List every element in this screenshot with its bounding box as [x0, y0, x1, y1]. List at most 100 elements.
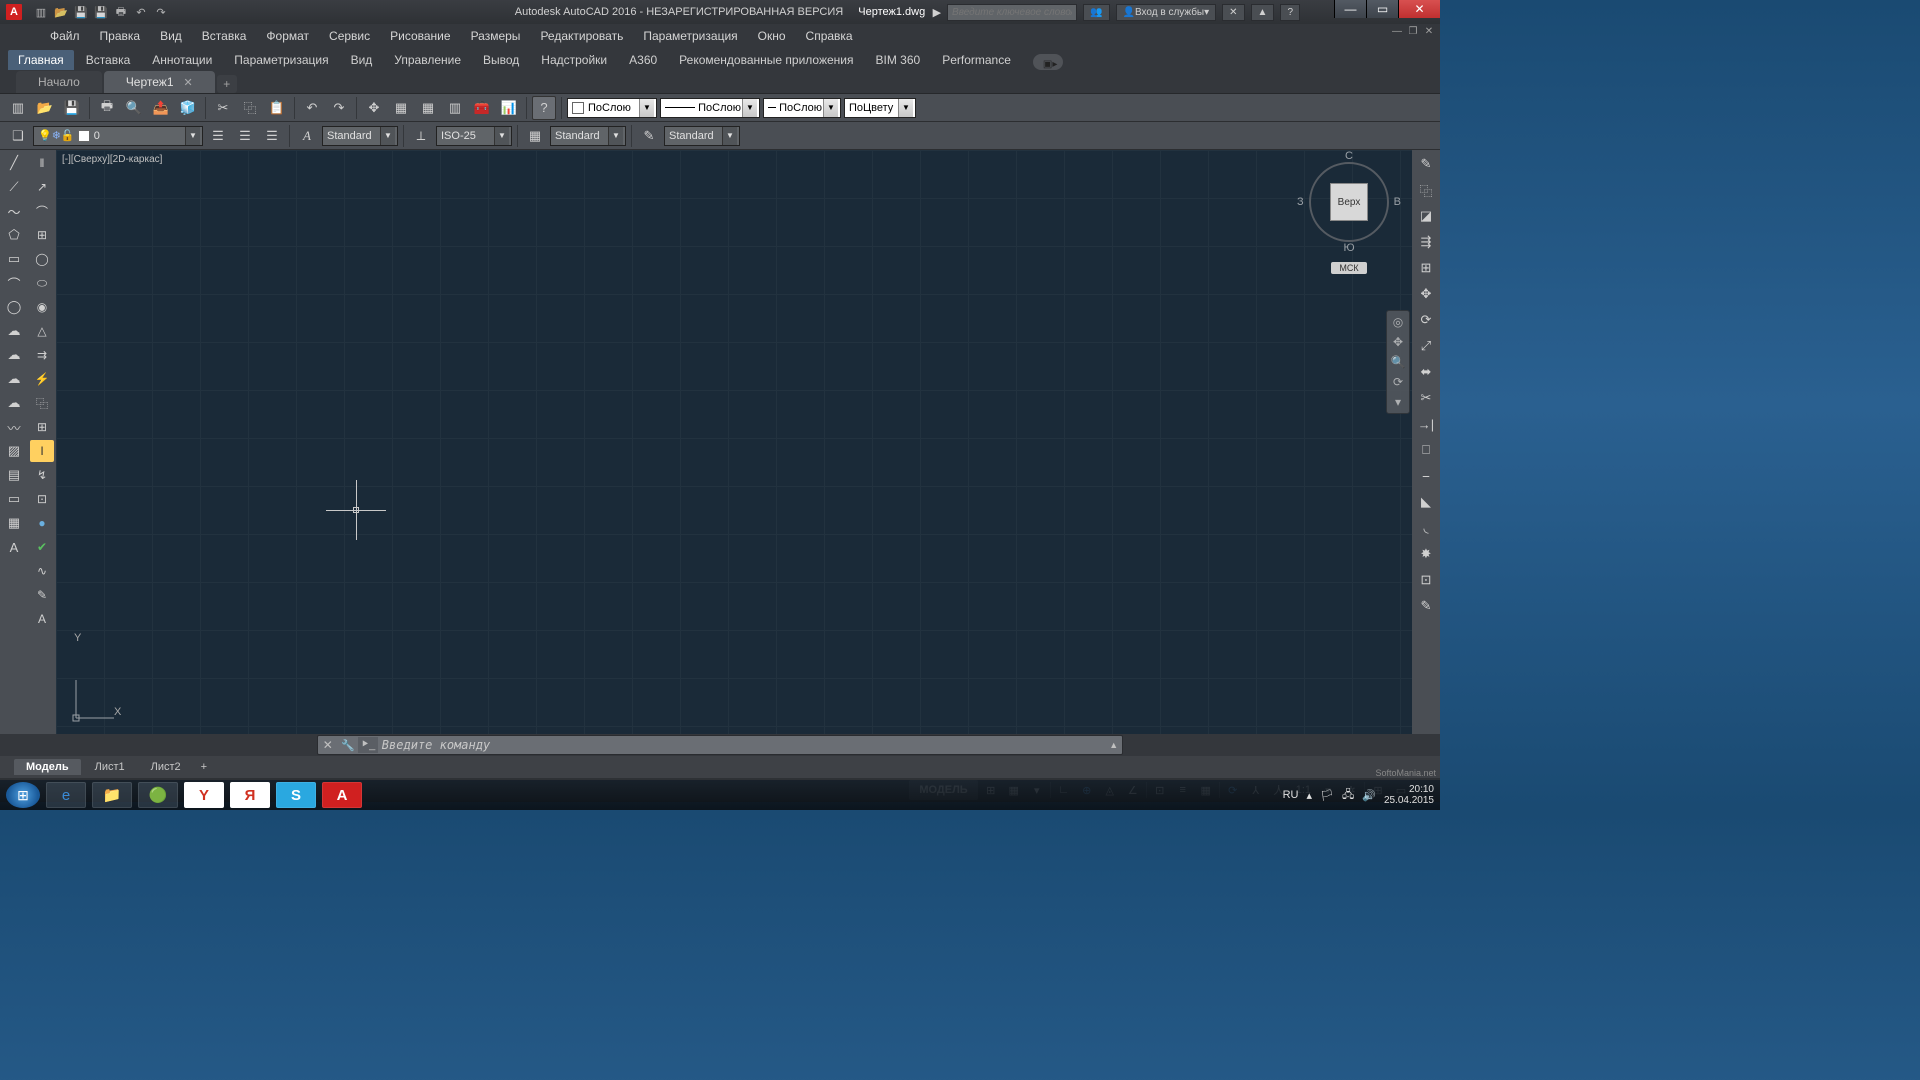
- tab-bim360[interactable]: BIM 360: [866, 50, 931, 70]
- dimstyle-combo[interactable]: ISO-25: [436, 126, 512, 146]
- qat-open-icon[interactable]: 📂: [52, 4, 70, 20]
- insert-icon[interactable]: ⊞: [30, 416, 54, 438]
- tray-net-icon[interactable]: 🖧: [1342, 786, 1354, 805]
- qat-saveas-icon[interactable]: 💾: [92, 4, 110, 20]
- mirror-icon[interactable]: ◪: [1414, 204, 1438, 228]
- doc-restore-icon[interactable]: ❐: [1406, 26, 1420, 38]
- taskbtn-ya[interactable]: Я: [230, 782, 270, 808]
- check-icon[interactable]: ✔: [30, 536, 54, 558]
- table2-icon[interactable]: ▦: [2, 512, 26, 534]
- doc-close-icon[interactable]: ✕: [1422, 26, 1436, 38]
- gradient-icon[interactable]: ▤: [2, 464, 26, 486]
- tray-clock[interactable]: 20:10 25.04.2015: [1384, 784, 1434, 806]
- offset-icon[interactable]: ⇉: [30, 344, 54, 366]
- pedit-icon[interactable]: ↯: [30, 464, 54, 486]
- scale-icon[interactable]: ⤢: [1414, 334, 1438, 358]
- cmd-history-icon[interactable]: ▲: [1109, 740, 1118, 750]
- tab-manage[interactable]: Управление: [384, 50, 471, 70]
- wave-icon[interactable]: ∿: [30, 560, 54, 582]
- taskbtn-ie[interactable]: e: [46, 782, 86, 808]
- layer-iso-icon[interactable]: ☰: [260, 124, 284, 148]
- taskbtn-autocad[interactable]: A: [322, 782, 362, 808]
- ws1-icon[interactable]: ▦: [389, 96, 413, 120]
- layer-prev-icon[interactable]: ☰: [233, 124, 257, 148]
- exchange-icon[interactable]: ✕: [1222, 4, 1244, 21]
- layer-state-icon[interactable]: ☰: [206, 124, 230, 148]
- drawing-canvas[interactable]: [-][Сверху][2D-каркас] Y X С Ю З В Верх …: [56, 150, 1412, 734]
- menu-file[interactable]: Файл: [40, 24, 90, 48]
- tab-view[interactable]: Вид: [341, 50, 383, 70]
- dim-icon[interactable]: ⟂: [409, 124, 433, 148]
- xline-icon[interactable]: ⟋: [2, 176, 26, 198]
- region-icon[interactable]: ▭: [2, 488, 26, 510]
- layer-combo[interactable]: 💡❄🔓 0: [33, 126, 203, 146]
- maximize-button[interactable]: ▭: [1366, 0, 1398, 18]
- mleader-icon[interactable]: ✎: [637, 124, 661, 148]
- menu-view[interactable]: Вид: [150, 24, 192, 48]
- menu-parametric[interactable]: Параметризация: [633, 24, 747, 48]
- extend-icon[interactable]: →|: [1414, 412, 1438, 436]
- plot-icon[interactable]: 🖶: [95, 96, 119, 120]
- filetab-start[interactable]: Начало: [16, 71, 102, 93]
- command-line[interactable]: ✕ 🔧 ⯈_ Введите команду ▲: [317, 735, 1123, 755]
- table-icon[interactable]: ▦: [523, 124, 547, 148]
- open-icon[interactable]: 📂: [33, 96, 57, 120]
- nav-pan-icon[interactable]: ✥: [1393, 335, 1403, 349]
- tab-performance[interactable]: Performance: [932, 50, 1021, 70]
- menu-dimension[interactable]: Размеры: [461, 24, 531, 48]
- viewcube-top[interactable]: Верх: [1330, 183, 1368, 221]
- filetab-add-button[interactable]: +: [217, 75, 237, 93]
- search-input[interactable]: [947, 4, 1077, 21]
- edit-icon[interactable]: ✎: [1414, 594, 1438, 618]
- erase-icon[interactable]: ✎: [1414, 152, 1438, 176]
- tab-insert[interactable]: Вставка: [76, 50, 141, 70]
- cmd-options-icon[interactable]: 🔧: [338, 739, 358, 752]
- new-icon[interactable]: ▥: [6, 96, 30, 120]
- menu-draw[interactable]: Рисование: [380, 24, 460, 48]
- nav-zoom-icon[interactable]: 🔍: [1391, 355, 1406, 369]
- linetype-combo[interactable]: ПоСлою: [660, 98, 760, 118]
- calc-icon[interactable]: 📊: [497, 96, 521, 120]
- tray-up-icon[interactable]: ▴: [1306, 789, 1312, 802]
- filetab-close-icon[interactable]: ✕: [184, 76, 193, 89]
- polygon-icon[interactable]: ⬠: [2, 224, 26, 246]
- trim-icon[interactable]: ✂: [1414, 386, 1438, 410]
- qat-print-icon[interactable]: 🖶: [112, 4, 130, 20]
- array-icon[interactable]: ⊞: [1414, 256, 1438, 280]
- mtext-icon[interactable]: A: [2, 536, 26, 558]
- ucs-icon[interactable]: Y X: [70, 674, 120, 724]
- tray-flag-icon[interactable]: 🏳: [1320, 789, 1334, 802]
- ellipse-icon[interactable]: ◯: [30, 248, 54, 270]
- menu-help[interactable]: Справка: [796, 24, 863, 48]
- rotate-icon[interactable]: ⟳: [1414, 308, 1438, 332]
- stretch-icon[interactable]: ⬌: [1414, 360, 1438, 384]
- menu-window[interactable]: Окно: [748, 24, 796, 48]
- viewcube-w[interactable]: З: [1297, 196, 1304, 208]
- 3dprint-icon[interactable]: 🧊: [176, 96, 200, 120]
- layer-props-icon[interactable]: ❑: [6, 124, 30, 148]
- ribbon-minimize-icon[interactable]: ▣▸: [1033, 54, 1063, 70]
- plotstyle-combo[interactable]: ПоЦвету: [844, 98, 916, 118]
- qat-redo-icon[interactable]: ↷: [152, 4, 170, 20]
- tab-layout1[interactable]: Лист1: [83, 759, 137, 775]
- tray-lang[interactable]: RU: [1283, 789, 1299, 801]
- viewcube-n[interactable]: С: [1345, 150, 1353, 162]
- text2-icon[interactable]: I: [30, 440, 54, 462]
- globe-icon[interactable]: ●: [30, 512, 54, 534]
- menu-tools[interactable]: Сервис: [319, 24, 380, 48]
- join-icon[interactable]: ⎯: [1414, 464, 1438, 488]
- qat-new-icon[interactable]: ▥: [32, 4, 50, 20]
- doc-min-icon[interactable]: —: [1390, 26, 1404, 38]
- mline-icon[interactable]: ‖: [30, 152, 54, 174]
- qat-save-icon[interactable]: 💾: [72, 4, 90, 20]
- arc2-icon[interactable]: ⌒: [30, 200, 54, 222]
- taskbtn-chrome[interactable]: 🟢: [138, 782, 178, 808]
- block-icon[interactable]: ⊞: [30, 224, 54, 246]
- explode-icon[interactable]: ✸: [1414, 542, 1438, 566]
- menu-edit[interactable]: Правка: [90, 24, 151, 48]
- copy-icon[interactable]: ⿻: [238, 96, 262, 120]
- help2-icon[interactable]: ?: [532, 96, 556, 120]
- nav-wheel-icon[interactable]: ◎: [1393, 315, 1403, 329]
- break-icon[interactable]: ⎕: [1414, 438, 1438, 462]
- menu-modify[interactable]: Редактировать: [530, 24, 633, 48]
